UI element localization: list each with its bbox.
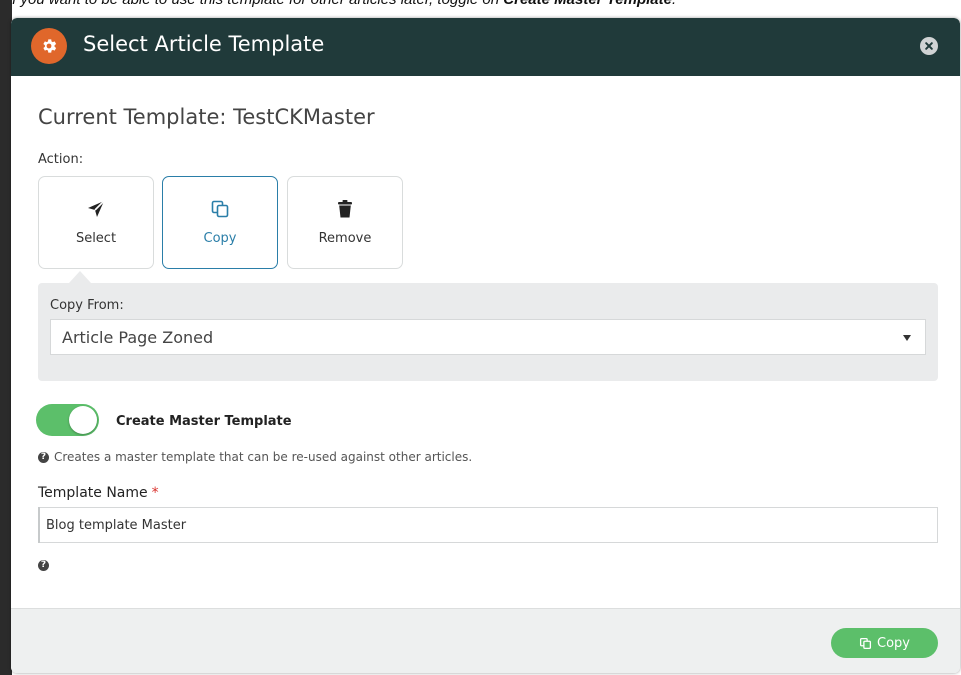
instruction-prefix: If you want to be able to use this templ… (8, 0, 503, 8)
select-action-label: Select (75, 231, 117, 246)
master-template-help-text: Creates a master template that can be re… (54, 450, 473, 464)
current-template-heading: Current Template: TestCKMaster (38, 105, 375, 129)
instruction-emphasis: Create Master Template (503, 0, 672, 8)
select-template-modal: Select Article Template Current Template… (11, 18, 960, 673)
panel-pointer (69, 271, 91, 283)
close-icon[interactable] (920, 37, 938, 55)
copy-icon (859, 637, 872, 649)
remove-action-button[interactable]: Remove (287, 176, 403, 269)
instruction-suffix: . (672, 0, 676, 8)
page: If you want to be able to use this templ… (0, 0, 961, 675)
toggle-knob (69, 406, 97, 434)
copy-from-select[interactable]: Article Page Zoned (50, 319, 926, 355)
template-name-input[interactable] (38, 507, 938, 543)
remove-action-label: Remove (318, 231, 372, 246)
chevron-down-icon (903, 335, 911, 341)
copy-from-value: Article Page Zoned (62, 328, 214, 347)
trash-icon (338, 200, 352, 218)
modal-header: Select Article Template (11, 18, 960, 76)
template-name-label: Template Name * (38, 485, 159, 501)
copy-action-label: Copy (203, 231, 237, 246)
paper-plane-icon (88, 200, 105, 217)
master-template-toggle[interactable] (36, 404, 99, 436)
copy-from-label: Copy From: (50, 298, 124, 313)
action-label: Action: (38, 152, 84, 167)
master-template-help: ? Creates a master template that can be … (38, 450, 472, 464)
modal-footer: Copy (11, 608, 960, 673)
question-icon: ? (38, 560, 49, 571)
instruction-caption: If you want to be able to use this templ… (8, 0, 676, 8)
gear-icon (31, 28, 67, 64)
copy-icon (211, 200, 229, 218)
copy-button-label: Copy (877, 635, 910, 651)
copy-action-button[interactable]: Copy (162, 176, 278, 269)
modal-title: Select Article Template (83, 32, 325, 56)
template-name-label-text: Template Name (38, 485, 148, 501)
required-mark: * (151, 485, 159, 501)
copy-from-panel: Copy From: Article Page Zoned (38, 283, 938, 381)
master-template-label: Create Master Template (116, 414, 292, 429)
template-name-help: ? (38, 554, 49, 572)
copy-button[interactable]: Copy (831, 628, 938, 658)
input-focus-bar (38, 507, 40, 543)
select-action-button[interactable]: Select (38, 176, 154, 269)
question-icon: ? (38, 451, 49, 463)
